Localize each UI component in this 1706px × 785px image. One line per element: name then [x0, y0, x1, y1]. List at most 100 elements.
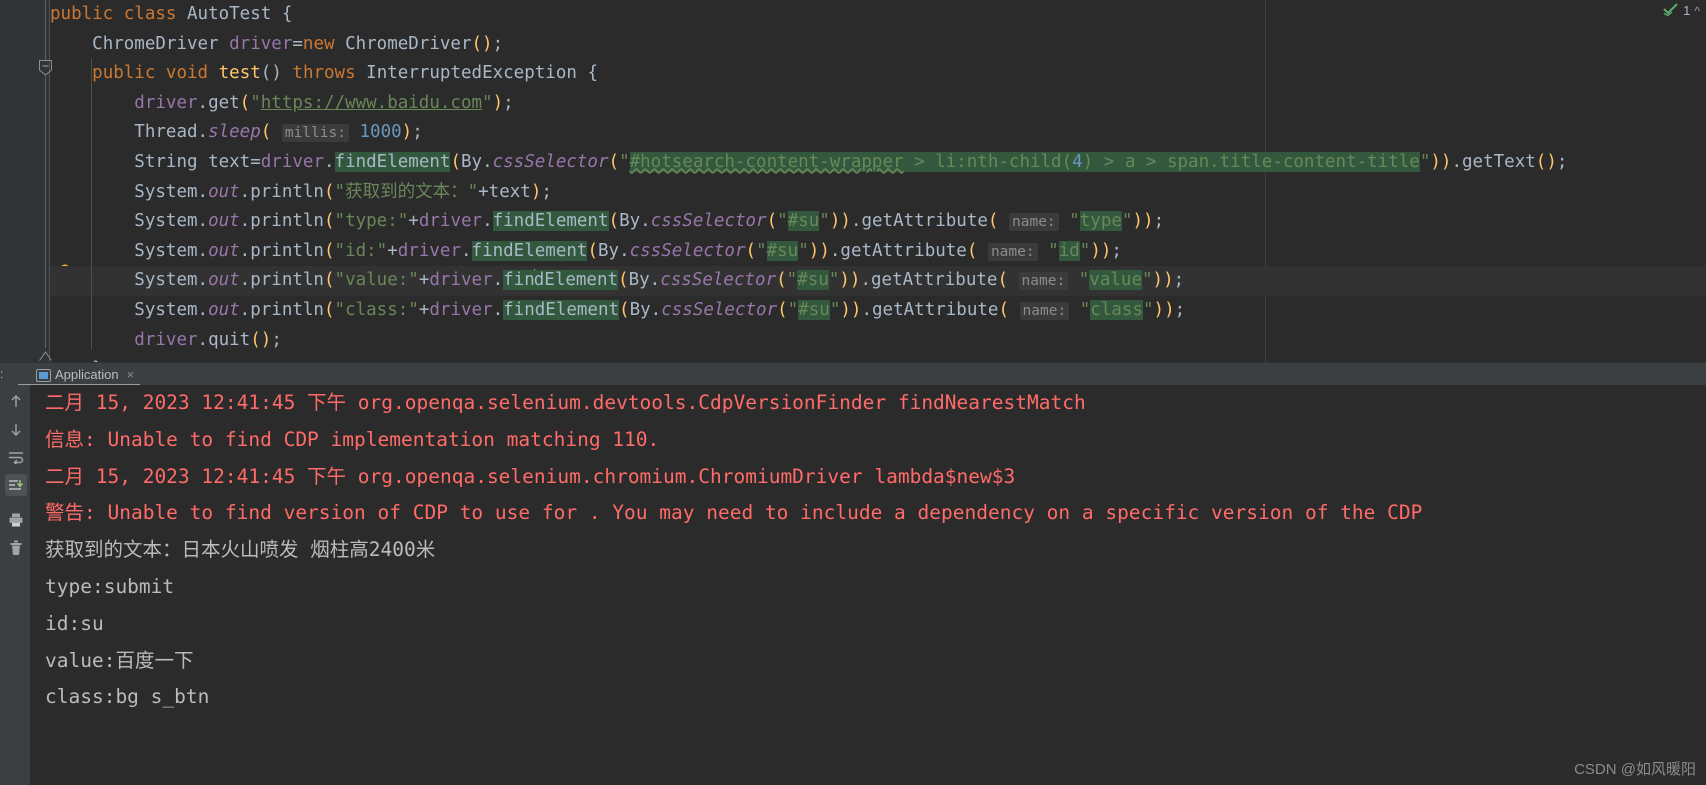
code-line-list[interactable]: public class AutoTest { ChromeDriver dri… [50, 0, 1706, 362]
code-token: ( [323, 181, 335, 202]
code-token: ) > a > span.title-content-title [1082, 151, 1420, 172]
application-window-icon [36, 368, 51, 382]
tab-application[interactable]: Application × [30, 363, 140, 386]
code-token: + [478, 181, 489, 202]
close-icon[interactable]: × [127, 367, 135, 382]
code-token: ) [840, 299, 851, 320]
code-token: System [134, 299, 198, 320]
print-icon[interactable] [5, 509, 27, 531]
code-token: dElement [533, 270, 619, 291]
code-token: void [165, 63, 209, 84]
code-token: #su [787, 211, 820, 232]
code-token: ) [1164, 299, 1175, 320]
code-line[interactable]: } [50, 355, 1706, 362]
code-token: ( [619, 299, 630, 320]
code-token: . [492, 299, 504, 320]
code-token: cssSelector [492, 151, 609, 172]
code-line[interactable]: System.out.println("type:"+driver.findEl… [50, 207, 1706, 237]
code-token: https://www.baidu.com [260, 92, 483, 113]
console-output-line: id:su [45, 611, 104, 635]
code-token: println [250, 270, 324, 291]
code-editor-pane[interactable]: public class AutoTest { ChromeDriver dri… [0, 0, 1706, 362]
code-token: . [197, 240, 209, 261]
code-token: ) [829, 211, 841, 232]
code-token: ; [1153, 211, 1165, 232]
code-token: String [134, 151, 198, 172]
code-token: driver [397, 240, 461, 261]
code-token: " [1419, 151, 1431, 172]
code-token: ) [850, 299, 862, 320]
code-token: getAttribute [840, 240, 967, 261]
code-token: findElement [471, 240, 588, 261]
code-line[interactable]: Thread.sleep( millis: 1000); [50, 118, 1706, 148]
code-token: println [250, 181, 324, 202]
code-token: ) [1152, 270, 1164, 291]
code-token: . [197, 122, 209, 143]
code-line[interactable]: String text=driver.findElement(By.cssSel… [50, 148, 1706, 178]
code-token: " [756, 240, 767, 261]
code-token: " [482, 92, 493, 113]
code-token: " [1048, 240, 1059, 261]
code-token: ) [492, 92, 504, 113]
code-line[interactable]: driver.quit(); [50, 326, 1706, 356]
soft-wrap-icon[interactable] [5, 446, 27, 468]
code-token: ( [250, 329, 261, 350]
code-token: " [1142, 299, 1154, 320]
code-token: + [418, 270, 430, 291]
code-token: "class:" [334, 299, 419, 320]
inspection-status-widget[interactable]: 1 ^ [1663, 2, 1700, 19]
code-line[interactable]: public void test() throws InterruptedExc… [50, 59, 1706, 89]
code-token: class [1090, 299, 1143, 320]
code-line[interactable]: driver.get("https://www.baidu.com"); [50, 89, 1706, 119]
trash-icon[interactable] [5, 537, 27, 559]
console-output[interactable]: 二月 15, 2023 12:41:45 下午 org.openqa.selen… [31, 385, 1706, 785]
code-token: #su [797, 270, 829, 291]
console-output-line: type:submit [45, 574, 175, 598]
code-token: " [619, 151, 630, 172]
code-token: ) [1163, 270, 1174, 291]
code-token: AutoTest [187, 4, 272, 24]
code-line[interactable]: ChromeDriver driver=new ChromeDriver(); [50, 30, 1706, 60]
code-token: Thread [134, 122, 198, 143]
code-token: out [208, 270, 240, 291]
code-token: ) [1440, 151, 1452, 172]
code-line[interactable]: System.out.println("获取到的文本："+text); [50, 178, 1706, 208]
code-token: new [302, 33, 335, 54]
code-token: " [829, 299, 841, 320]
code-token: get [208, 92, 240, 113]
code-token: () [260, 63, 282, 84]
code-token: " [819, 211, 830, 232]
console-error-line: 警告: Unable to find version of CDP to use… [45, 501, 1423, 525]
console-output-line: value:百度一下 [45, 648, 194, 672]
code-token: ( [323, 240, 335, 261]
code-token: By [628, 270, 650, 291]
code-line[interactable]: System.out.println("id:"+driver.findElem… [50, 237, 1706, 267]
code-token: ) [1430, 151, 1441, 172]
code-token: By [629, 299, 651, 320]
chevron-up-icon[interactable]: ^ [1694, 4, 1700, 18]
code-line[interactable]: public class AutoTest { [50, 0, 1706, 30]
up-arrow-icon[interactable] [5, 390, 27, 412]
code-line[interactable]: System.out.println("value:"+driver.findE… [50, 266, 1706, 296]
scroll-to-end-icon[interactable] [5, 474, 27, 496]
code-token: . [650, 299, 662, 320]
code-token: "id:" [334, 240, 388, 261]
code-token: . [829, 240, 841, 261]
code-token: ; [1111, 240, 1122, 261]
param-hint: name: [1019, 301, 1070, 320]
code-token: () [1535, 151, 1557, 172]
code-token: { [281, 4, 293, 24]
code-token: By [460, 151, 483, 172]
code-token: out [208, 299, 240, 320]
code-token: "value:" [334, 270, 419, 291]
code-line[interactable]: System.out.println("class:"+driver.findE… [50, 296, 1706, 326]
down-arrow-icon[interactable] [5, 418, 27, 440]
code-token: public [50, 4, 114, 24]
code-token: getAttribute [861, 211, 988, 232]
editor-gutter[interactable] [0, 0, 49, 362]
code-token: getAttribute [872, 299, 999, 320]
code-token: 1000 [359, 122, 402, 143]
